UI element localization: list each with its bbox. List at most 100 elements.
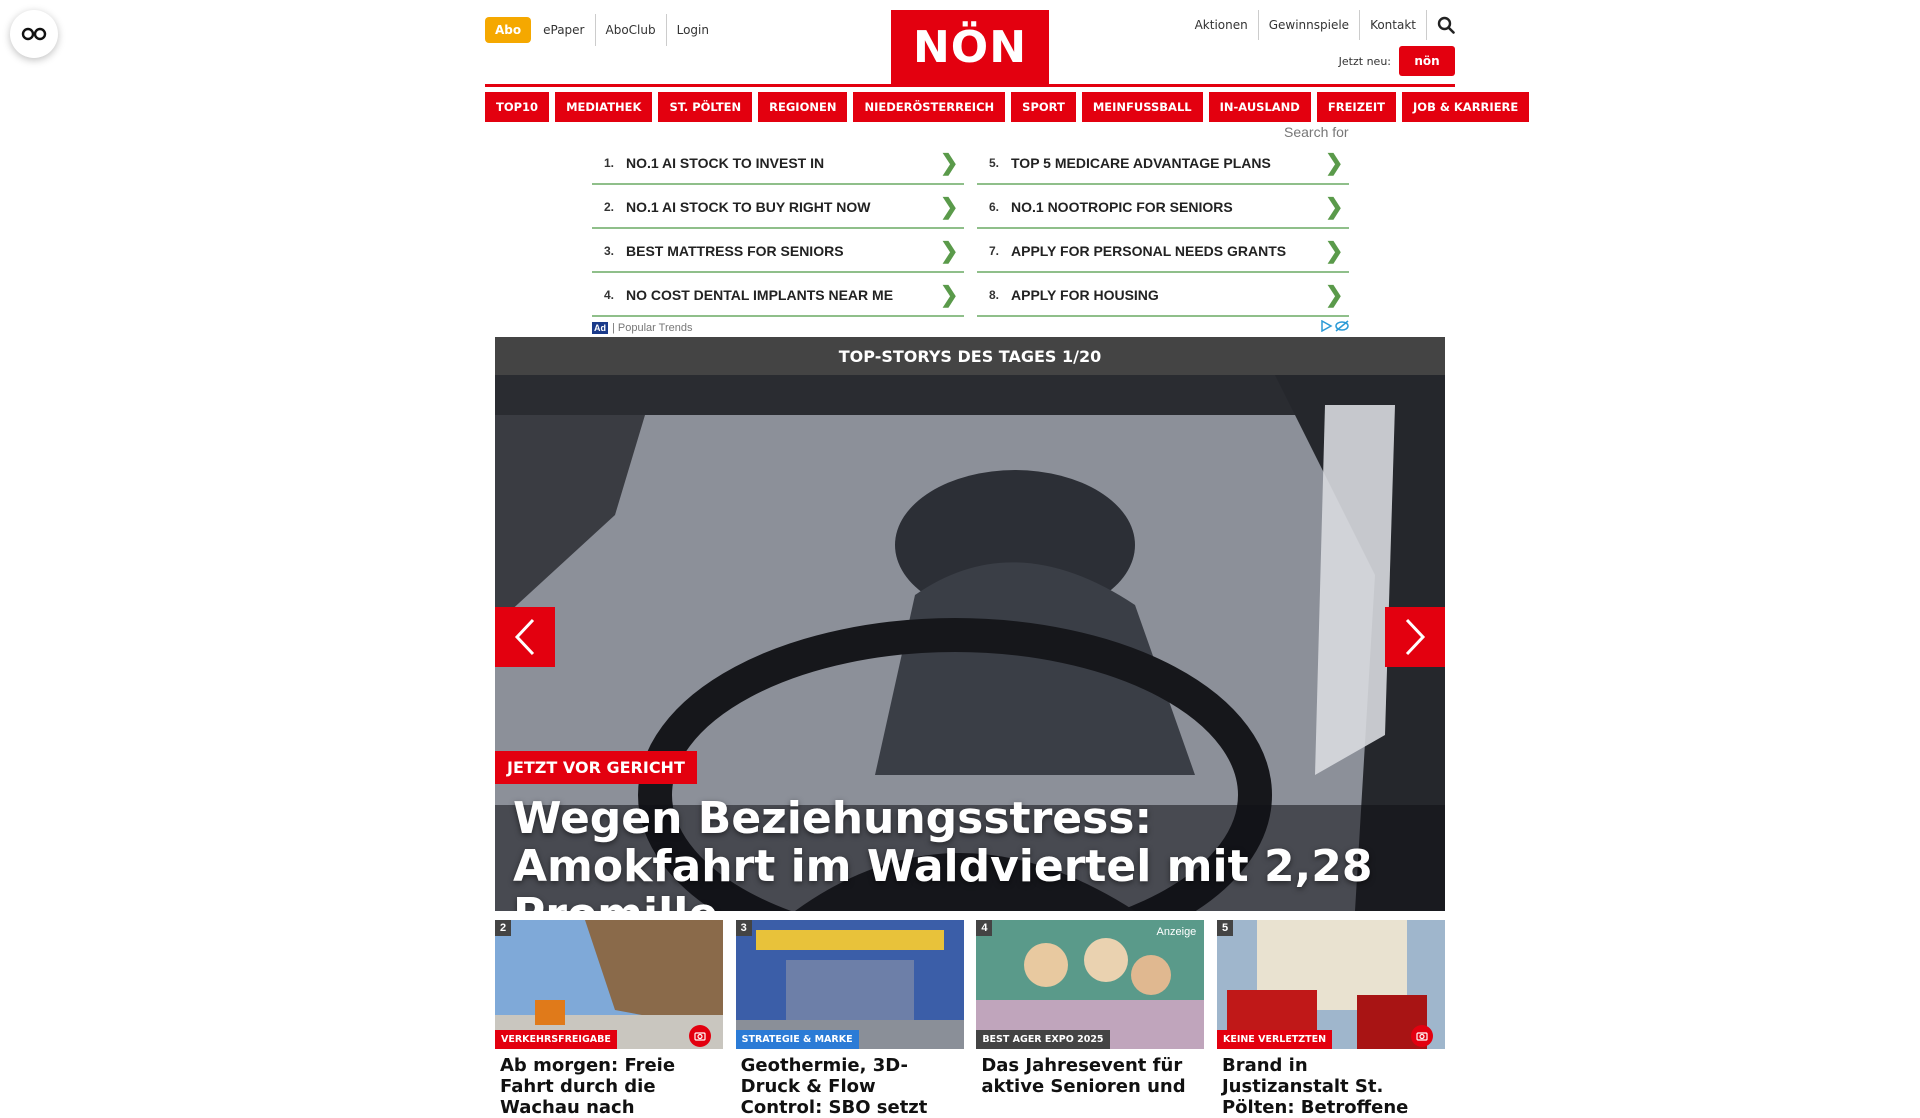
chevron-right-icon: ❯	[940, 193, 959, 219]
login-link[interactable]: Login	[665, 14, 719, 46]
ad-text: NO COST DENTAL IMPLANTS NEAR ME	[626, 286, 894, 303]
chevron-right-icon: ❯	[1325, 237, 1344, 263]
card-rank: 3	[735, 920, 752, 936]
nav-st-poelten[interactable]: ST. PÖLTEN	[658, 92, 753, 122]
jetzt-neu-label: Jetzt neu:	[1338, 54, 1391, 68]
slider-heading: TOP-STORYS DES TAGES 1/20	[495, 337, 1445, 375]
card-image: 5 KEINE VERLETZTEN	[1216, 920, 1445, 1049]
adchoices-icon[interactable]	[1321, 319, 1349, 335]
nav-job-karriere[interactable]: JOB & KARRIERE	[1402, 92, 1530, 122]
eye-glasses-icon	[21, 27, 47, 41]
ads-right-column: 5. TOP 5 MEDICARE ADVANTAGE PLANS ❯ 6. NO.1…	[977, 142, 1349, 318]
popular-trends-label: | Popular Trends	[612, 321, 693, 334]
top-stories-slider: TOP-STORYS DES TAGES 1/20 JETZT VOR GERI…	[495, 337, 1445, 911]
ad-footer: Ad | Popular Trends	[592, 319, 1349, 335]
story-cards: 2 VERKEHRSFREIGABE Ab morgen: Freie Fahr…	[495, 920, 1445, 1118]
card-title[interactable]: Das Jahresevent für aktive Senioren und	[976, 1049, 1204, 1097]
nav-freizeit[interactable]: FREIZEIT	[1316, 92, 1397, 122]
aktionen-link[interactable]: Aktionen	[1185, 10, 1258, 40]
chevron-right-icon: ❯	[1325, 281, 1344, 307]
top-bar: Abo ePaper AboClub Login NÖN Aktionen Ge…	[485, 0, 1455, 87]
nav-niederoesterreich[interactable]: NIEDERÖSTERREICH	[853, 92, 1006, 122]
nav-in-ausland[interactable]: IN-AUSLAND	[1208, 92, 1311, 122]
ad-link[interactable]: 1. NO.1 AI STOCK TO INVEST IN ❯	[592, 142, 964, 185]
ad-link[interactable]: 7. APPLY FOR PERSONAL NEEDS GRANTS ❯	[977, 230, 1349, 273]
card-rank: 4	[976, 920, 993, 936]
ad-text: APPLY FOR HOUSING	[1011, 286, 1159, 303]
ad-link[interactable]: 5. TOP 5 MEDICARE ADVANTAGE PLANS ❯	[977, 142, 1349, 185]
story-card[interactable]: 5 KEINE VERLETZTEN Brand in Justizanstal…	[1216, 920, 1445, 1118]
card-tag: BEST AGER EXPO 2025	[976, 1030, 1110, 1049]
ad-text: TOP 5 MEDICARE ADVANTAGE PLANS	[1011, 154, 1271, 171]
camera-icon	[1410, 1025, 1433, 1047]
gewinnspiele-link[interactable]: Gewinnspiele	[1257, 10, 1359, 40]
chevron-right-icon: ❯	[940, 237, 959, 263]
chevron-right-icon	[1405, 618, 1426, 656]
ad-text: NO.1 NOOTROPIC FOR SENIORS	[1011, 198, 1233, 215]
slider-next-button[interactable]	[1385, 607, 1445, 667]
sponsored-search-block: 1. NO.1 AI STOCK TO INVEST IN ❯ 2. NO.1 AI …	[592, 142, 1349, 335]
card-rank: 2	[495, 920, 512, 936]
card-tag: KEINE VERLETZTEN	[1216, 1030, 1333, 1049]
ad-number: 3.	[603, 243, 614, 258]
ad-number: 8.	[988, 287, 999, 302]
ad-text: BEST MATTRESS FOR SENIORS	[626, 242, 844, 259]
nav-top10[interactable]: TOP10	[485, 92, 550, 122]
ad-number: 7.	[988, 243, 999, 258]
ad-number: 4.	[603, 287, 614, 302]
card-title[interactable]: Brand in Justizanstalt St. Pölten: Betro…	[1217, 1049, 1445, 1118]
nav-regionen[interactable]: REGIONEN	[758, 92, 848, 122]
story-card[interactable]: 4 Anzeige BEST AGER EXPO 2025 Das Jahres…	[976, 920, 1205, 1118]
ad-number: 5.	[988, 155, 999, 170]
site-logo[interactable]: NÖN	[891, 10, 1049, 84]
kontakt-link[interactable]: Kontakt	[1359, 10, 1426, 40]
ad-text: NO.1 AI STOCK TO INVEST IN	[626, 154, 825, 171]
card-rank: 5	[1216, 920, 1234, 936]
slider-image[interactable]: JETZT VOR GERICHT Wegen Beziehungsstress…	[495, 375, 1445, 911]
story-card[interactable]: 3 STRATEGIE & MARKE Geothermie, 3D-Druck…	[735, 920, 964, 1118]
chevron-left-icon	[514, 618, 535, 656]
card-image: 3 STRATEGIE & MARKE	[735, 920, 964, 1049]
abo-button[interactable]: Abo	[485, 17, 532, 43]
card-image: 4 Anzeige BEST AGER EXPO 2025	[976, 920, 1205, 1049]
story-card[interactable]: 2 VERKEHRSFREIGABE Ab morgen: Freie Fahr…	[495, 920, 723, 1118]
chevron-right-icon: ❯	[940, 281, 959, 307]
ad-link[interactable]: 4. NO COST DENTAL IMPLANTS NEAR ME ❯	[592, 274, 964, 317]
nav-mediathek[interactable]: MEDIATHEK	[555, 92, 653, 122]
ads-search-for-label: Search for	[1284, 124, 1349, 140]
card-tag: STRATEGIE & MARKE	[735, 1030, 859, 1049]
chevron-right-icon: ❯	[1325, 149, 1344, 175]
story-kicker: JETZT VOR GERICHT	[495, 751, 697, 784]
ads-left-column: 1. NO.1 AI STOCK TO INVEST IN ❯ 2. NO.1 AI …	[592, 142, 964, 318]
ad-link[interactable]: 2. NO.1 AI STOCK TO BUY RIGHT NOW ❯	[592, 186, 964, 229]
chevron-right-icon: ❯	[940, 149, 959, 175]
ad-number: 2.	[603, 199, 614, 214]
top-left-links: Abo ePaper AboClub Login	[485, 14, 719, 46]
ad-text: APPLY FOR PERSONAL NEEDS GRANTS	[1011, 242, 1287, 259]
ad-number: 1.	[603, 155, 614, 170]
page-container: Abo ePaper AboClub Login NÖN Aktionen Ge…	[485, 0, 1530, 122]
story-headline[interactable]: Wegen Beziehungsstress: Amokfahrt im Wal…	[513, 795, 1415, 912]
search-button[interactable]	[1426, 10, 1455, 40]
search-icon	[1437, 16, 1455, 34]
kleine-noen-logo: nön	[1414, 54, 1440, 68]
kleine-noen-badge[interactable]: nön	[1399, 46, 1455, 76]
ad-number: 6.	[988, 199, 999, 214]
ad-attribution[interactable]: Ad | Popular Trends	[592, 321, 693, 334]
jetzt-neu: Jetzt neu: nön	[1339, 46, 1455, 76]
ad-tag: Ad	[592, 321, 608, 334]
chevron-right-icon: ❯	[1325, 193, 1344, 219]
card-title[interactable]: Ab morgen: Freie Fahrt durch die Wachau …	[495, 1049, 723, 1118]
aboclub-link[interactable]: AboClub	[594, 14, 666, 46]
ad-link[interactable]: 8. APPLY FOR HOUSING ❯	[977, 274, 1349, 317]
accessibility-button[interactable]	[10, 10, 58, 58]
epaper-link[interactable]: ePaper	[533, 14, 594, 46]
ad-link[interactable]: 3. BEST MATTRESS FOR SENIORS ❯	[592, 230, 964, 273]
ad-link[interactable]: 6. NO.1 NOOTROPIC FOR SENIORS ❯	[977, 186, 1349, 229]
nav-sport[interactable]: SPORT	[1011, 92, 1076, 122]
nav-meinfussball[interactable]: MEINFUSSBALL	[1081, 92, 1203, 122]
camera-icon	[689, 1025, 711, 1047]
main-nav: TOP10 MEDIATHEK ST. PÖLTEN REGIONEN NIED…	[485, 92, 1530, 122]
card-title[interactable]: Geothermie, 3D-Druck & Flow Control: SBO…	[736, 1049, 964, 1118]
slider-prev-button[interactable]	[495, 607, 555, 667]
